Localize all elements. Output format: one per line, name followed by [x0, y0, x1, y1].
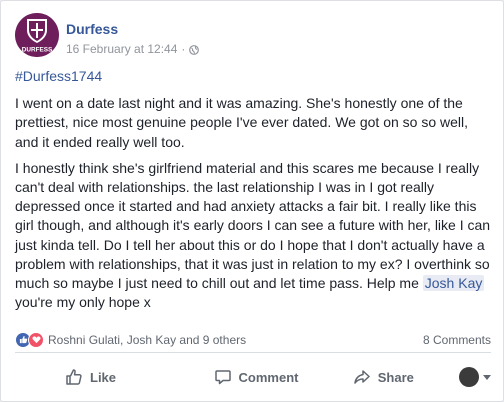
reaction-icons: [15, 331, 44, 348]
action-bar: Like Comment Share: [15, 361, 491, 393]
meta-separator: ·: [181, 42, 186, 56]
post-paragraph: I honestly think she's girlfriend materi…: [15, 159, 493, 313]
page-avatar[interactable]: DURFESS: [15, 13, 59, 57]
reactions-bar: Roshni Gulati, Josh Kay and 9 others 8 C…: [15, 327, 491, 353]
reactions-summary-text: Roshni Gulati, Josh Kay and 9 others: [48, 332, 247, 347]
comments-count-link[interactable]: 8 Comments: [423, 333, 491, 347]
chevron-down-icon: [482, 374, 491, 380]
comment-icon: [214, 370, 231, 385]
post-card: DURFESS Durfess 16 February at 12:44 · #…: [0, 0, 504, 402]
post-paragraph: I went on a date last night and it was a…: [15, 95, 469, 150]
comment-button[interactable]: Comment: [192, 368, 319, 386]
post-body: #Durfess1744 I went on a date last night…: [15, 67, 493, 319]
share-label: Share: [377, 369, 414, 385]
love-icon: [28, 331, 44, 348]
mention-link[interactable]: Josh Kay: [422, 275, 485, 292]
post-timestamp[interactable]: 16 February at 12:44: [66, 42, 177, 56]
profile-switcher[interactable]: [447, 367, 491, 387]
like-button[interactable]: Like: [15, 368, 192, 386]
share-icon: [354, 370, 370, 384]
like-label: Like: [90, 369, 117, 385]
post-paragraph-text: you're my only hope x: [15, 294, 151, 311]
durfess-logo-icon: DURFESS: [15, 13, 59, 57]
globe-icon[interactable]: [189, 44, 200, 55]
share-button[interactable]: Share: [320, 368, 447, 386]
hashtag-link[interactable]: #Durfess1744: [15, 67, 493, 86]
comment-label: Comment: [238, 369, 299, 385]
post-paragraph-text: I honestly think she's girlfriend materi…: [15, 159, 491, 292]
page-name-link[interactable]: Durfess: [66, 21, 118, 37]
user-avatar: [458, 367, 479, 387]
thumbs-up-icon: [66, 369, 82, 385]
avatar-label: DURFESS: [22, 47, 53, 54]
post-header: DURFESS Durfess 16 February at 12:44 ·: [15, 13, 491, 59]
reactions-summary[interactable]: Roshni Gulati, Josh Kay and 9 others: [15, 331, 247, 348]
post-meta: 16 February at 12:44 ·: [66, 42, 200, 56]
